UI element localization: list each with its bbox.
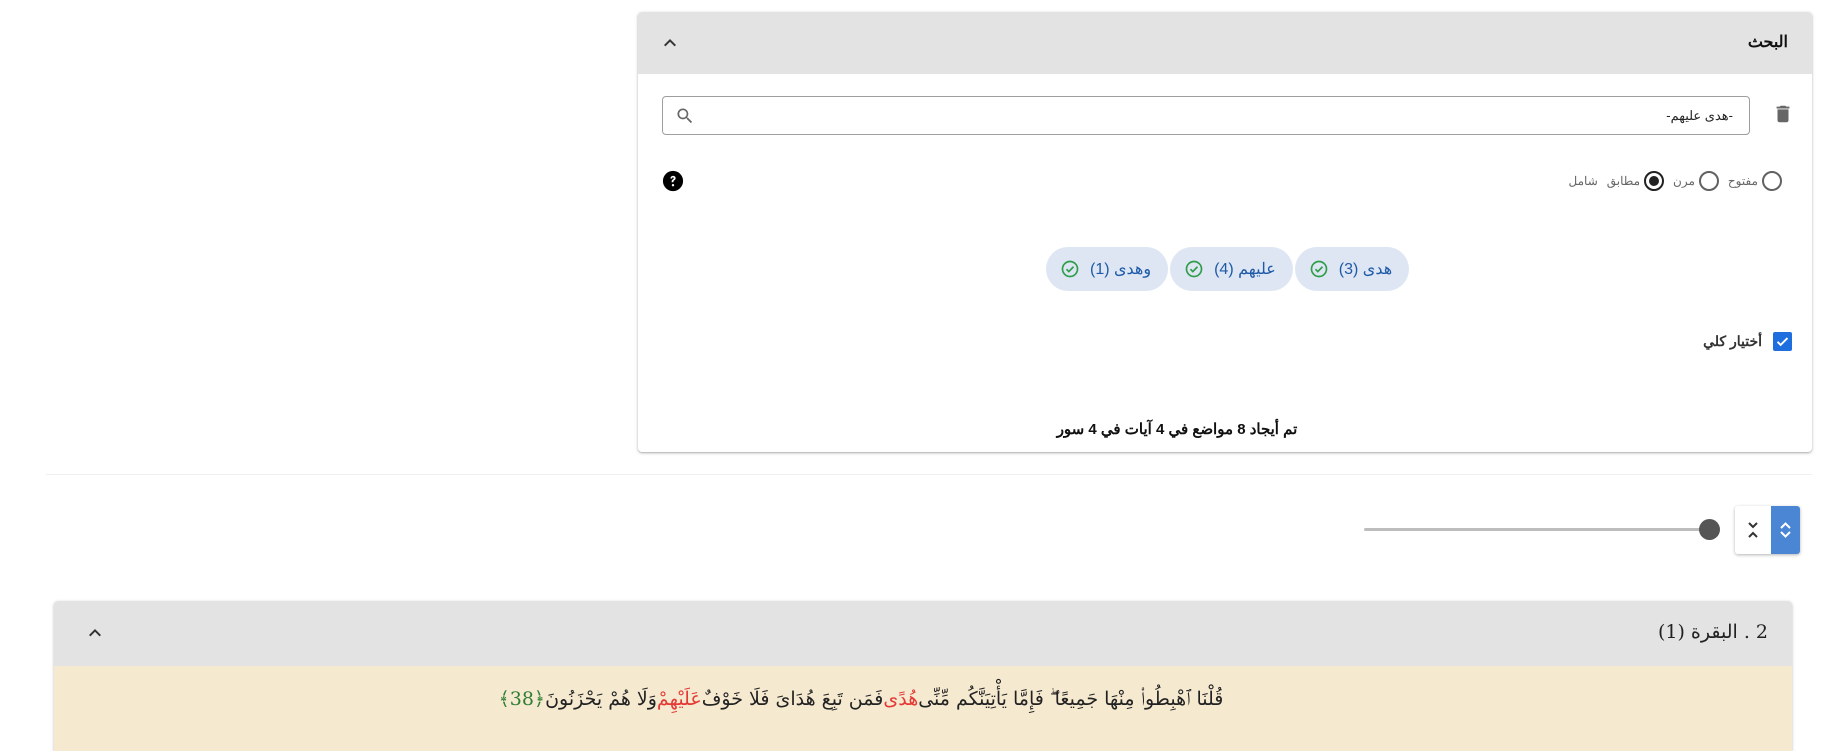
search-input[interactable] — [707, 97, 1737, 134]
verse-segment: وَلَا هُمْ يَحْزَنُونَ — [545, 688, 657, 710]
expand-collapse-group — [1735, 506, 1800, 554]
expand-all-icon — [1780, 522, 1791, 538]
term-chip[interactable]: عليهم (4) — [1170, 247, 1293, 291]
verse-line: قُلْنَا ٱهْبِطُوا۟ مِنْهَا جَمِيعًا ۖ فَ… — [499, 688, 1255, 710]
divider — [46, 474, 1812, 475]
slider-thumb[interactable] — [1699, 519, 1720, 540]
checkbox-checked[interactable] — [1773, 332, 1792, 351]
check-icon — [1776, 337, 1789, 347]
verse-text: قُلْنَا ٱهْبِطُوا۟ مِنْهَا جَمِيعًا ۖ فَ… — [54, 688, 1792, 710]
radio-button-selected[interactable] — [1644, 171, 1665, 191]
term-chip[interactable]: هدى (3) — [1294, 247, 1410, 291]
collapse-all-button[interactable] — [1735, 506, 1771, 554]
verse-row[interactable]: قُلْنَا ٱهْبِطُوا۟ مِنْهَا جَمِيعًا ۖ فَ… — [54, 666, 1792, 751]
search-icon[interactable] — [675, 106, 695, 126]
chip-label: عليهم (4) — [1214, 261, 1276, 278]
search-panel: البحث مفتوح مرن مطابق شامل — [638, 12, 1812, 452]
verse-highlight: عَلَيْهِمْ — [656, 688, 702, 710]
search-mode-group: مفتوح مرن مطابق شامل — [1560, 170, 1782, 192]
mode-label: مطابق — [1606, 174, 1641, 188]
check-circle-icon — [1061, 260, 1079, 278]
surah-result-card: 2 . البقرة (1) قُلْنَا ٱهْبِطُوا۟ مِنْهَ… — [54, 601, 1792, 751]
verse-segment: فَمَن تَبِعَ هُدَاىَ فَلَا خَوْفٌ — [701, 688, 884, 710]
search-panel-header[interactable]: البحث — [638, 12, 1812, 74]
select-all-checkbox[interactable]: أختيار كلي — [1703, 332, 1792, 351]
trash-icon[interactable] — [1772, 101, 1794, 127]
ayah-number: ﴿38﴾ — [498, 688, 546, 710]
verse-segment: قُلْنَا ٱهْبِطُوا۟ مِنْهَا جَمِيعًا ۖ فَ… — [918, 688, 1224, 710]
mode-option-comprehensive[interactable]: شامل — [1569, 174, 1598, 188]
font-size-slider[interactable] — [1364, 528, 1712, 531]
term-chips: هدى (3) عليهم (4) وهدى (1) — [1046, 247, 1410, 291]
search-field[interactable] — [662, 96, 1750, 135]
surah-header[interactable]: 2 . البقرة (1) — [54, 601, 1792, 666]
mode-label: مرن — [1673, 174, 1695, 188]
verse-highlight: هُدًى — [883, 688, 919, 710]
result-summary-text: تم أيجاد 8 مواضع في 4 آيات في 4 سور — [1056, 421, 1298, 438]
mode-label: مفتوح — [1727, 174, 1758, 188]
chip-label: هدى (3) — [1338, 261, 1393, 278]
result-summary: تم أيجاد 8 مواضع في 4 آيات في 4 سور — [638, 420, 1812, 438]
chevron-up-icon[interactable] — [83, 621, 107, 645]
radio-button[interactable] — [1698, 171, 1719, 191]
expand-all-button[interactable] — [1771, 506, 1800, 554]
check-circle-icon — [1185, 260, 1203, 278]
term-chip[interactable]: وهدى (1) — [1046, 247, 1169, 291]
search-panel-title: البحث — [1747, 34, 1788, 51]
select-all-label: أختيار كلي — [1703, 333, 1762, 349]
help-icon[interactable] — [662, 170, 684, 192]
mode-option-open[interactable]: مفتوح — [1728, 171, 1782, 191]
collapse-all-icon — [1748, 522, 1758, 538]
radio-button[interactable] — [1762, 171, 1782, 191]
mode-label: شامل — [1568, 174, 1598, 188]
surah-title: 2 . البقرة (1) — [1657, 621, 1768, 643]
check-circle-icon — [1310, 260, 1328, 278]
mode-option-exact[interactable]: مطابق — [1606, 171, 1665, 191]
chevron-up-icon[interactable] — [658, 31, 682, 55]
mode-option-flexible[interactable]: مرن — [1673, 171, 1719, 191]
chip-label: وهدى (1) — [1090, 261, 1152, 278]
